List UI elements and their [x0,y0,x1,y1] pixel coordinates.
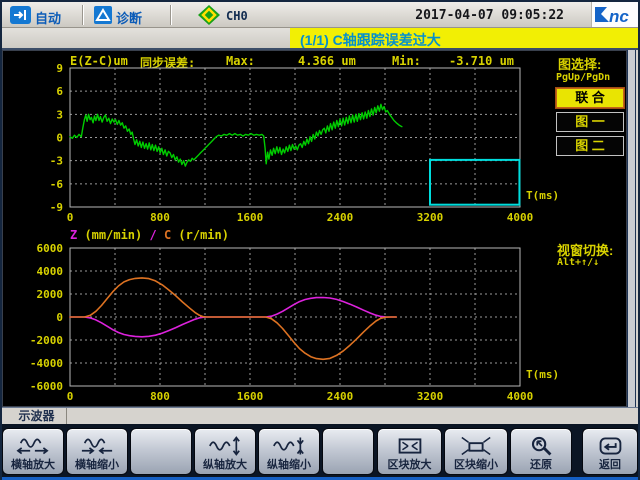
chart2-title: Z (mm/min) / C (r/min) [70,228,229,242]
v-axis-zoom-out-icon [272,434,306,458]
sync-error-chart[interactable]: 9 6 3 0 -3 -6 -9 0 800 1600 2400 3200 4000 T(ms) [16,60,568,226]
svg-text:nc: nc [609,7,629,26]
oscilloscope-screen: 自动 诊断 CH0 2017-04-07 09:05:22 nc (1/1) C… [0,0,640,480]
chart2-title-part: (mm/min) [77,228,149,242]
softkey-back[interactable]: 返回 [582,428,638,475]
svg-text:3200: 3200 [417,390,444,403]
alarm-row: (1/1) C轴跟踪误差过大 [2,28,638,50]
softkey-restore[interactable]: 还原 [510,428,572,475]
toolbar-separator [170,5,171,25]
toolbar-separator [82,5,83,25]
channel-icon [198,5,220,30]
datetime: 2017-04-07 09:05:22 [415,8,564,23]
svg-text:1600: 1600 [237,211,264,224]
selection-rect [430,160,519,205]
softkey-hzoom-in[interactable]: 横轴放大 [2,428,64,475]
svg-text:0: 0 [56,132,63,145]
alarm-message: (1/1) C轴跟踪误差过大 [300,30,441,50]
svg-text:-6: -6 [50,178,64,191]
svg-text:0: 0 [56,311,63,324]
svg-text:-3: -3 [50,155,63,168]
svg-text:800: 800 [150,390,170,403]
tab-oscilloscope[interactable]: 示波器 [7,408,67,425]
svg-text:4000: 4000 [507,390,534,403]
svg-text:2400: 2400 [327,211,354,224]
softkey-block-out[interactable]: 区块缩小 [444,428,508,475]
axis-speed-chart[interactable]: 6000 4000 2000 0 -2000 -4000 -6000 0 800 1600 2400… [16,244,568,406]
block-zoom-in-icon [393,434,427,458]
svg-text:4000: 4000 [37,265,64,278]
svg-text:-9: -9 [50,201,63,214]
view-button-1[interactable]: 图 一 [556,112,624,132]
softkey-vzoom-out[interactable]: 纵轴缩小 [258,428,320,475]
top-toolbar: 自动 诊断 CH0 2017-04-07 09:05:22 [2,2,638,28]
svg-text:2400: 2400 [327,390,354,403]
softkey-label: 还原 [530,458,552,472]
svg-text:0: 0 [67,390,74,403]
v-axis-zoom-in-icon [208,434,242,458]
svg-text:6: 6 [56,85,63,98]
block-zoom-out-icon [459,434,493,458]
softkey-bar: 横轴放大 横轴缩小 纵轴放大 纵轴缩小 区块放大 区块缩小 还原 返回 [0,424,640,480]
softkey-label: 返回 [599,458,621,472]
svg-text:-6000: -6000 [30,380,63,393]
view-button-group: 联 合图 一图 二 [556,88,626,160]
svg-text:T(ms): T(ms) [526,189,559,202]
softkey-label: 区块放大 [388,458,432,472]
window-frame [0,0,640,2]
svg-text:9: 9 [56,62,63,75]
diagnosis-icon [94,6,112,29]
restore-magnifier-icon [524,434,558,458]
softkey-vzoom-in[interactable]: 纵轴放大 [194,428,256,475]
softkey-label: 纵轴缩小 [267,458,311,472]
view-button-0[interactable]: 联 合 [556,88,624,108]
svg-text:-4000: -4000 [30,357,63,370]
softkey-label: 横轴放大 [11,458,55,472]
h-axis-zoom-out-icon [80,434,114,458]
svg-text:6000: 6000 [37,242,64,255]
chart2-title-part: / [149,228,163,242]
chart-select-title: 图选择: [558,54,601,73]
softkey-block-in[interactable]: 区块放大 [377,428,442,475]
softkey-blank [130,428,192,475]
hnc-logo: nc [591,2,638,27]
tab-bar: 示波器 [2,407,638,424]
softkey-label: 区块缩小 [454,458,498,472]
svg-text:-2000: -2000 [30,334,63,347]
softkey-blank [322,428,374,475]
chart-select-keys: PgUp/PgDn [556,72,610,83]
channel-label[interactable]: CH0 [226,9,248,23]
auto-mode-icon [10,6,31,29]
softkey-hzoom-out[interactable]: 横轴缩小 [66,428,128,475]
window-frame [0,0,2,480]
right-edge-strip [627,50,636,407]
svg-text:0: 0 [67,211,74,224]
alarm-banner: (1/1) C轴跟踪误差过大 [290,28,638,48]
svg-text:3200: 3200 [417,211,444,224]
svg-text:4000: 4000 [507,211,534,224]
return-icon [593,434,627,458]
svg-text:800: 800 [150,211,170,224]
h-axis-zoom-in-icon [16,434,50,458]
diagnosis-button[interactable]: 诊断 [116,8,142,27]
auto-mode-button[interactable]: 自动 [35,8,61,27]
view-button-2[interactable]: 图 二 [556,136,624,156]
svg-text:T(ms): T(ms) [526,368,559,381]
svg-text:1600: 1600 [237,390,264,403]
softkey-label: 纵轴放大 [203,458,247,472]
svg-text:2000: 2000 [37,288,64,301]
chart2-title-part: (r/min) [171,228,229,242]
window-switch-keys: Alt+↑/↓ [557,257,599,268]
softkey-label: 横轴缩小 [75,458,119,472]
svg-text:3: 3 [56,108,63,121]
